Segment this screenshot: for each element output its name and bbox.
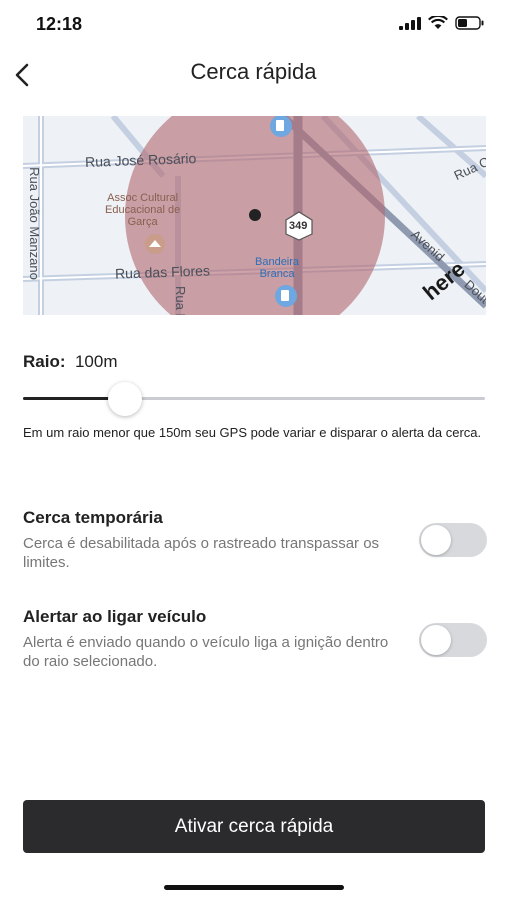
map-view[interactable]: Rua José Rosário Rua João Manzano Rua da… (23, 116, 486, 315)
radius-hint: Em um raio menor que 150m seu GPS pode v… (23, 425, 482, 440)
radius-value: 100m (74, 352, 118, 371)
toggle-knob (421, 525, 451, 555)
street-label-rua-joao-manzano: Rua João Manzano (26, 167, 42, 280)
radius-label-text: Raio: (23, 352, 66, 371)
home-indicator[interactable] (164, 885, 344, 890)
poi-label-bandeira-branca: Bandeira Branca (255, 256, 300, 280)
map-streets (23, 116, 486, 315)
activate-fence-button[interactable]: Ativar cerca rápida (23, 800, 485, 853)
setting-ignition-alert-description: Alerta é enviado quando o veículo liga a… (23, 634, 389, 670)
street-label-rua-vertical: Rua I (173, 285, 189, 315)
ignition-alert-toggle[interactable] (419, 623, 487, 657)
radius-label: Raio: 100m (23, 352, 117, 372)
setting-temporary-fence-title: Cerca temporária (23, 508, 163, 527)
cellular-signal-icon (399, 16, 421, 30)
road-shield-number: 349 (289, 220, 308, 232)
setting-ignition-alert-title: Alertar ao ligar veículo (23, 607, 207, 626)
toggle-knob (421, 625, 451, 655)
temporary-fence-toggle[interactable] (419, 523, 487, 557)
status-time: 12:18 (36, 14, 83, 34)
poi-label-assoc-cultural: Assoc Cultural Educacional de Garça (105, 192, 181, 228)
status-icons (399, 16, 485, 30)
radius-slider-thumb[interactable] (108, 382, 142, 416)
street-label-rua-das-flores: Rua das Flores (114, 262, 211, 282)
center-point (249, 209, 261, 221)
page-title: Cerca rápida (190, 59, 317, 84)
setting-temporary-fence-description: Cerca é desabilitada após o rastreado tr… (23, 535, 380, 571)
battery-icon (455, 16, 484, 30)
wifi-icon (428, 16, 448, 29)
